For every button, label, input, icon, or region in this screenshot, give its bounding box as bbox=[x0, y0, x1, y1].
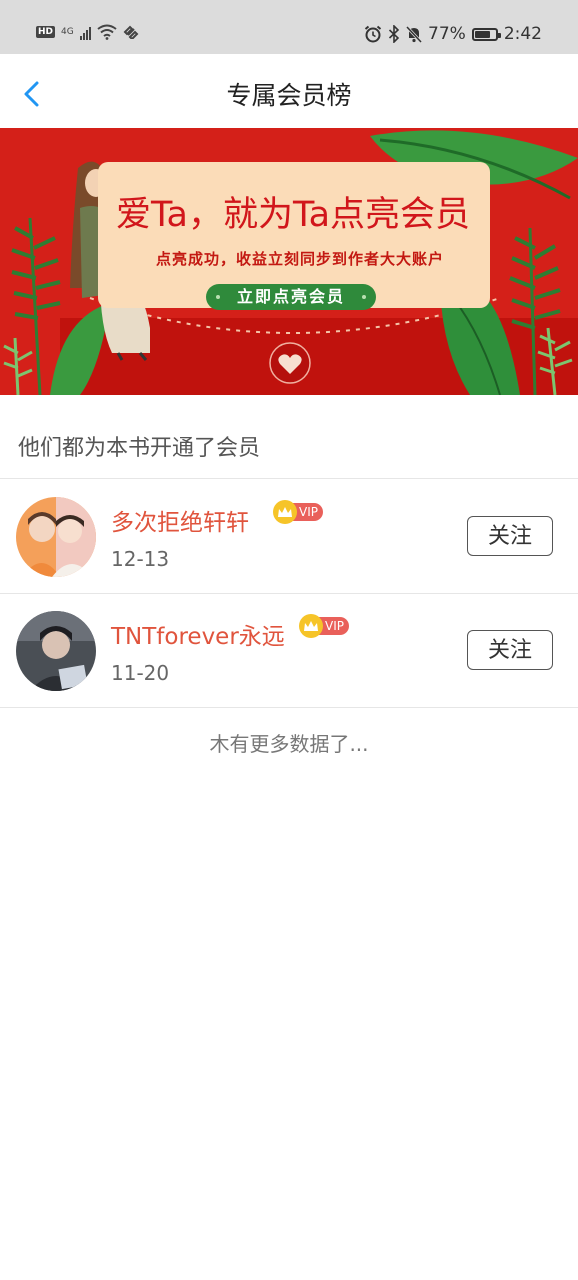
wifi-icon bbox=[97, 24, 117, 40]
member-date: 12-13 bbox=[111, 547, 170, 571]
clock: 2:42 bbox=[503, 24, 542, 44]
avatar[interactable] bbox=[16, 611, 96, 691]
follow-button[interactable]: 关注 bbox=[467, 516, 553, 556]
crown-icon bbox=[273, 500, 297, 524]
battery-icon bbox=[471, 27, 501, 41]
banner-subtitle: 点亮成功，收益立刻同步到作者大大账户 bbox=[155, 250, 444, 268]
follow-button[interactable]: 关注 bbox=[467, 630, 553, 670]
member-date: 11-20 bbox=[111, 661, 170, 685]
member-row[interactable]: 多次拒绝轩轩 VIP 12-13 关注 bbox=[0, 479, 578, 593]
battery-fill bbox=[474, 30, 491, 38]
bluetooth-icon bbox=[388, 25, 400, 43]
alarm-icon bbox=[364, 25, 382, 43]
vip-badge: VIP bbox=[299, 614, 349, 638]
no-more-data-text: 木有更多数据了... bbox=[209, 732, 369, 756]
member-row[interactable]: TNTforever永远 VIP 11-20 关注 bbox=[0, 593, 578, 707]
member-name[interactable]: 多次拒绝轩轩 bbox=[111, 503, 249, 537]
member-name[interactable]: TNTforever永远 bbox=[111, 617, 285, 651]
status-left: HD 4G bbox=[36, 24, 139, 40]
banner-title: 爱Ta，就为Ta点亮会员 bbox=[115, 195, 471, 235]
promo-banner[interactable]: 爱Ta，就为Ta点亮会员 点亮成功，收益立刻同步到作者大大账户 立即点亮会员 bbox=[0, 128, 578, 395]
page-title: 专属会员榜 bbox=[226, 81, 352, 110]
app-header: 专属会员榜 bbox=[0, 54, 578, 128]
battery-percent: 77% bbox=[428, 24, 466, 44]
divider bbox=[0, 707, 578, 708]
vip-badge: VIP bbox=[273, 500, 323, 524]
signal-icon bbox=[79, 24, 91, 40]
mute-bell-icon bbox=[406, 25, 423, 43]
network-type: 4G bbox=[61, 27, 74, 37]
activate-member-button[interactable]: 立即点亮会员 bbox=[206, 284, 376, 310]
section-title: 他们都为本书开通了会员 bbox=[18, 436, 261, 461]
avatar[interactable] bbox=[16, 497, 96, 577]
status-right: 77% 2:42 bbox=[364, 24, 542, 44]
status-bar: HD 4G 77% 2:42 bbox=[0, 0, 578, 54]
crown-icon bbox=[299, 614, 323, 638]
link-icon bbox=[123, 25, 139, 39]
hd-badge: HD bbox=[36, 26, 56, 38]
